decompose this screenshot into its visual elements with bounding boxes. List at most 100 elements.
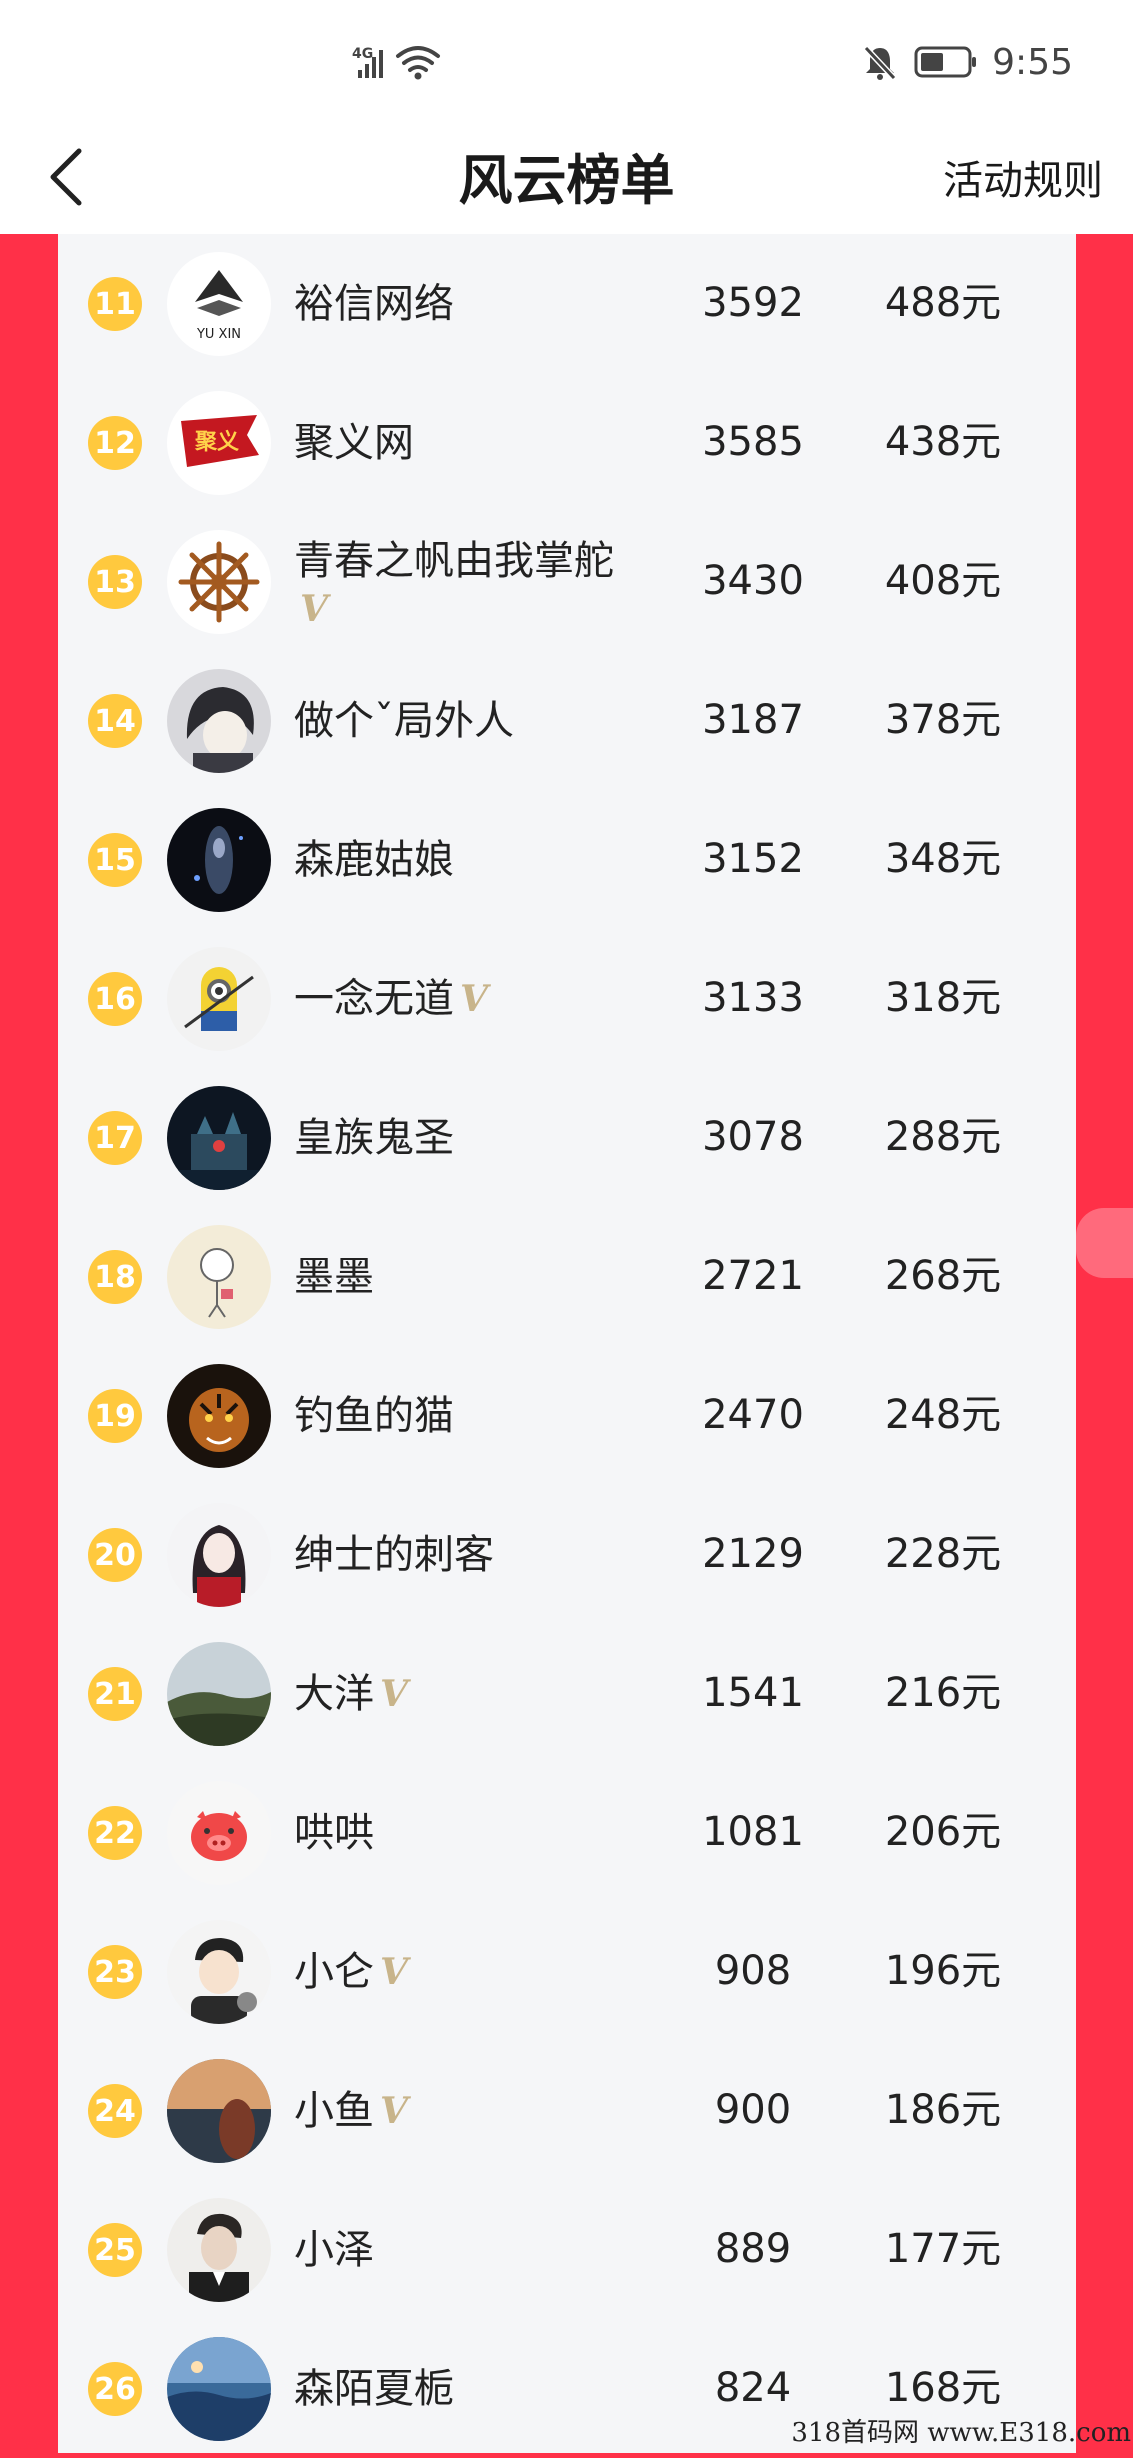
rank-badge: 23 xyxy=(88,1945,142,1999)
score-value: 900 xyxy=(714,2087,792,2133)
clock-time: 9:55 xyxy=(992,41,1073,83)
prize-value: 488元 xyxy=(884,280,1002,326)
prize-value: 177元 xyxy=(884,2226,1002,2272)
prize-value: 288元 xyxy=(884,1114,1002,1160)
ranking-row[interactable]: 19 钓鱼的猫 2470 248元 xyxy=(58,1346,1076,1485)
rank-badge: 12 xyxy=(88,416,142,470)
rank-badge: 11 xyxy=(88,277,142,331)
user-name: 裕信网络 xyxy=(294,280,454,327)
activity-rules-link[interactable]: 活动规则 xyxy=(943,148,1103,206)
ship-wheel-avatar[interactable] xyxy=(167,530,271,634)
verified-v-icon: V xyxy=(460,977,488,1020)
user-name-cell: 森陌夏栀 xyxy=(294,2319,714,2458)
score-value: 3078 xyxy=(702,1114,804,1160)
network-type-label: 4G xyxy=(352,46,373,62)
rank-badge: 24 xyxy=(88,2084,142,2138)
ranking-row[interactable]: 21 大洋 V 1541 216元 xyxy=(58,1624,1076,1763)
network-signal-icon: 4G xyxy=(352,46,440,80)
user-name-cell: 小仑 V xyxy=(294,1902,714,2041)
rank-badge: 22 xyxy=(88,1806,142,1860)
pig-avatar[interactable] xyxy=(167,1781,271,1885)
score-value: 3430 xyxy=(702,558,804,604)
user-name: 哄哄 xyxy=(294,1809,374,1856)
tiger-avatar[interactable] xyxy=(167,1364,271,1468)
user-name-cell: 钓鱼的猫 xyxy=(294,1346,714,1485)
ranking-row[interactable]: 22 哄哄 1081 206元 xyxy=(58,1763,1076,1902)
prize-value: 186元 xyxy=(884,2087,1002,2133)
user-name: 大洋 xyxy=(294,1670,374,1717)
prize-value: 206元 xyxy=(884,1809,1002,1855)
rank-badge: 15 xyxy=(88,833,142,887)
battery-icon xyxy=(914,46,977,78)
score-value: 1541 xyxy=(702,1670,804,1716)
dark-figure-avatar[interactable] xyxy=(167,808,271,912)
user-name-cell: 皇族鬼圣 xyxy=(294,1068,714,1207)
score-value: 2721 xyxy=(702,1253,804,1299)
user-name: 聚义网 xyxy=(294,419,414,466)
sunset-avatar[interactable] xyxy=(167,2059,271,2163)
user-name: 森陌夏栀 xyxy=(294,2365,454,2412)
ranking-row[interactable]: 15 森鹿姑娘 3152 348元 xyxy=(58,790,1076,929)
user-name-cell: 小鱼 V xyxy=(294,2041,714,2180)
flag-avatar[interactable]: 聚义 xyxy=(167,391,271,495)
ranking-row[interactable]: 24 小鱼 V 900 186元 xyxy=(58,2041,1076,2180)
user-name-cell: 裕信网络 xyxy=(294,234,714,373)
score-value: 3187 xyxy=(702,697,804,743)
user-name: 小鱼 xyxy=(294,2087,374,2134)
score-value: 3133 xyxy=(702,975,804,1021)
prize-value: 348元 xyxy=(884,836,1002,882)
verified-v-icon: V xyxy=(380,1950,408,1993)
score-value: 908 xyxy=(714,1948,792,1994)
landscape-avatar[interactable] xyxy=(167,1642,271,1746)
prize-value: 408元 xyxy=(884,558,1002,604)
svg-text:YU XIN: YU XIN xyxy=(196,327,241,342)
ranking-row[interactable]: 14 做个ˇ局外人 3187 378元 xyxy=(58,651,1076,790)
man-portrait-avatar[interactable] xyxy=(167,2198,271,2302)
ranking-row[interactable]: 13 青春之帆由我掌舵 V 3430 408元 xyxy=(58,512,1076,651)
ranking-row[interactable]: 12 聚义 聚义网 3585 438元 xyxy=(58,373,1076,512)
score-value: 3592 xyxy=(702,280,804,326)
score-value: 3585 xyxy=(702,419,804,465)
anime-girl-avatar[interactable] xyxy=(167,1503,271,1607)
castle-night-avatar[interactable] xyxy=(167,1086,271,1190)
ranking-row[interactable]: 16 一念无道 V 3133 318元 xyxy=(58,929,1076,1068)
user-name-cell: 青春之帆由我掌舵 V xyxy=(294,512,694,651)
header-bar: 风云榜单 活动规则 xyxy=(0,120,1133,234)
ranking-row[interactable]: 18 墨墨 2721 268元 xyxy=(58,1207,1076,1346)
rank-badge: 18 xyxy=(88,1250,142,1304)
user-name-cell: 聚义网 xyxy=(294,373,714,512)
ranking-row[interactable]: 20 绅士的刺客 2129 228元 xyxy=(58,1485,1076,1624)
anime-boy-avatar[interactable] xyxy=(167,669,271,773)
ranking-row[interactable]: 23 小仑 V 908 196元 xyxy=(58,1902,1076,2041)
ranking-row[interactable]: 11 YU XIN 裕信网络 3592 488元 xyxy=(58,234,1076,373)
rank-badge: 14 xyxy=(88,694,142,748)
user-name: 青春之帆由我掌舵 xyxy=(294,537,614,584)
verified-v-icon: V xyxy=(380,2089,408,2132)
rank-badge: 19 xyxy=(88,1389,142,1443)
sea-avatar[interactable] xyxy=(167,2337,271,2441)
ranking-row[interactable]: 17 皇族鬼圣 3078 288元 xyxy=(58,1068,1076,1207)
yuxin-logo-avatar[interactable]: YU XIN xyxy=(167,252,271,356)
user-name: 小仑 xyxy=(294,1948,374,1995)
cartoon-boy-avatar[interactable] xyxy=(167,1920,271,2024)
minion-avatar[interactable] xyxy=(167,947,271,1051)
rank-badge: 25 xyxy=(88,2223,142,2277)
user-name: 森鹿姑娘 xyxy=(294,836,454,883)
user-name-cell: 大洋 V xyxy=(294,1624,714,1763)
user-name-cell: 森鹿姑娘 xyxy=(294,790,714,929)
user-name: 一念无道 xyxy=(294,975,454,1022)
rank-badge: 13 xyxy=(88,555,142,609)
rank-badge: 20 xyxy=(88,1528,142,1582)
prize-value: 196元 xyxy=(884,1948,1002,1994)
status-right: 9:55 xyxy=(860,40,1073,84)
prize-value: 216元 xyxy=(884,1670,1002,1716)
rank-badge: 21 xyxy=(88,1667,142,1721)
doodle-avatar[interactable] xyxy=(167,1225,271,1329)
user-name: 小泽 xyxy=(294,2226,374,2273)
verified-v-icon: V xyxy=(380,1672,408,1715)
prize-value: 438元 xyxy=(884,419,1002,465)
score-value: 889 xyxy=(714,2226,792,2272)
ranking-row[interactable]: 25 小泽 889 177元 xyxy=(58,2180,1076,2319)
verified-v-icon: V xyxy=(300,587,328,630)
rank-badge: 17 xyxy=(88,1111,142,1165)
